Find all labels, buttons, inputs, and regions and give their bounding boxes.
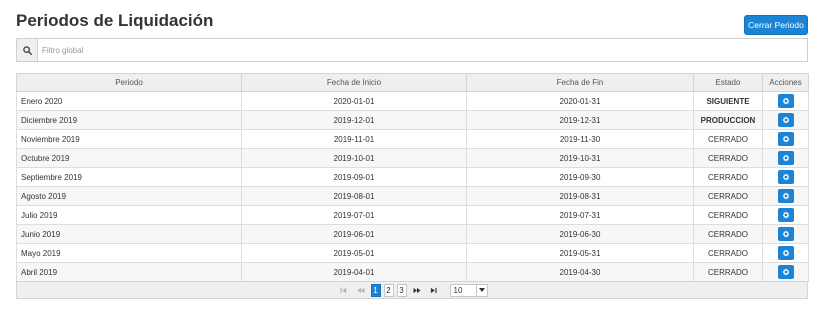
table-row[interactable]: Octubre 2019 2019-10-01 2019-10-31 CERRADO bbox=[16, 148, 809, 168]
cell-periodo: Julio 2019 bbox=[16, 205, 242, 225]
cell-fecha-fin: 2019-12-31 bbox=[466, 110, 694, 130]
table-row[interactable]: Septiembre 2019 2019-09-01 2019-09-30 CERRA… bbox=[16, 167, 809, 187]
cell-fecha-fin: 2019-11-30 bbox=[466, 129, 694, 149]
cell-periodo: Diciembre 2019 bbox=[16, 110, 242, 130]
cell-fecha-inicio: 2019-06-01 bbox=[241, 224, 467, 244]
close-period-button[interactable]: Cerrar Periodo bbox=[744, 15, 808, 35]
cell-estado: SIGUIENTE bbox=[693, 91, 763, 111]
table-row[interactable]: Noviembre 2019 2019-11-01 2019-11-30 CERRAD… bbox=[16, 129, 809, 149]
page-button-2[interactable]: 2 bbox=[383, 283, 394, 297]
cell-estado: CERRADO bbox=[693, 262, 763, 282]
gear-icon[interactable] bbox=[777, 265, 794, 279]
prev-page-icon[interactable] bbox=[354, 284, 368, 297]
cell-estado: CERRADO bbox=[693, 167, 763, 187]
column-header-fecha-inicio[interactable]: Fecha de Inicio bbox=[241, 73, 467, 92]
cell-fecha-inicio: 2019-11-01 bbox=[241, 129, 467, 149]
cell-periodo: Mayo 2019 bbox=[16, 243, 242, 263]
cell-fecha-fin: 2019-09-30 bbox=[466, 167, 694, 187]
table-row[interactable]: Enero 2020 2020-01-01 2020-01-31 SIGUIENTE bbox=[16, 91, 809, 111]
global-filter bbox=[16, 38, 808, 62]
gear-icon[interactable] bbox=[777, 94, 794, 108]
cell-estado: CERRADO bbox=[693, 243, 763, 263]
cell-fecha-fin: 2019-04-30 bbox=[466, 262, 694, 282]
table-header-row: Periodo Fecha de Inicio Fecha de Fin Est… bbox=[16, 73, 809, 92]
column-header-acciones: Acciones bbox=[762, 73, 809, 92]
cell-periodo: Junio 2019 bbox=[16, 224, 242, 244]
cell-periodo: Agosto 2019 bbox=[16, 186, 242, 206]
cell-estado: PRODUCCION bbox=[693, 110, 763, 130]
column-header-periodo[interactable]: Periodo bbox=[16, 73, 242, 92]
cell-fecha-fin: 2019-10-31 bbox=[466, 148, 694, 168]
paginator: 1 2 3 10 bbox=[16, 281, 808, 299]
dropdown-caret-icon[interactable] bbox=[475, 284, 487, 296]
gear-icon[interactable] bbox=[777, 113, 794, 127]
cell-acciones bbox=[762, 129, 809, 149]
cell-estado: CERRADO bbox=[693, 148, 763, 168]
first-page-icon[interactable] bbox=[337, 284, 351, 297]
cell-acciones bbox=[762, 186, 809, 206]
periods-table: Periodo Fecha de Inicio Fecha de Fin Est… bbox=[16, 73, 809, 282]
cell-fecha-fin: 2019-06-30 bbox=[466, 224, 694, 244]
gear-icon[interactable] bbox=[777, 246, 794, 260]
table-row[interactable]: Agosto 2019 2019-08-01 2019-08-31 CERRADO bbox=[16, 186, 809, 206]
cell-estado: CERRADO bbox=[693, 224, 763, 244]
page-title: Periodos de Liquidación bbox=[16, 11, 214, 30]
cell-periodo: Octubre 2019 bbox=[16, 148, 242, 168]
table-row[interactable]: Abril 2019 2019-04-01 2019-04-30 CERRADO bbox=[16, 262, 809, 282]
gear-icon[interactable] bbox=[777, 170, 794, 184]
rows-per-page-select[interactable]: 10 bbox=[449, 283, 488, 297]
cell-acciones bbox=[762, 148, 809, 168]
global-filter-input[interactable] bbox=[38, 39, 807, 61]
cell-fecha-inicio: 2019-09-01 bbox=[241, 167, 467, 187]
table-row[interactable]: Julio 2019 2019-07-01 2019-07-31 CERRADO bbox=[16, 205, 809, 225]
cell-estado: CERRADO bbox=[693, 186, 763, 206]
table-row[interactable]: Junio 2019 2019-06-01 2019-06-30 CERRADO bbox=[16, 224, 809, 244]
cell-periodo: Abril 2019 bbox=[16, 262, 242, 282]
gear-icon[interactable] bbox=[777, 151, 794, 165]
rows-per-page-value: 10 bbox=[453, 285, 463, 295]
cell-estado: CERRADO bbox=[693, 205, 763, 225]
gear-icon[interactable] bbox=[777, 227, 794, 241]
page-button-3[interactable]: 3 bbox=[396, 283, 407, 297]
table-row[interactable]: Mayo 2019 2019-05-01 2019-05-31 CERRADO bbox=[16, 243, 809, 263]
column-header-estado[interactable]: Estado bbox=[693, 73, 763, 92]
cell-periodo: Enero 2020 bbox=[16, 91, 242, 111]
cell-acciones bbox=[762, 224, 809, 244]
cell-fecha-inicio: 2019-08-01 bbox=[241, 186, 467, 206]
cell-estado: CERRADO bbox=[693, 129, 763, 149]
cell-fecha-fin: 2019-05-31 bbox=[466, 243, 694, 263]
cell-acciones bbox=[762, 110, 809, 130]
page-button-1[interactable]: 1 bbox=[370, 283, 381, 297]
cell-fecha-inicio: 2019-12-01 bbox=[241, 110, 467, 130]
cell-acciones bbox=[762, 205, 809, 225]
cell-fecha-inicio: 2019-05-01 bbox=[241, 243, 467, 263]
cell-acciones bbox=[762, 262, 809, 282]
cell-fecha-inicio: 2019-10-01 bbox=[241, 148, 467, 168]
cell-fecha-fin: 2019-08-31 bbox=[466, 186, 694, 206]
column-header-fecha-fin[interactable]: Fecha de Fin bbox=[466, 73, 694, 92]
gear-icon[interactable] bbox=[777, 189, 794, 203]
table-row[interactable]: Diciembre 2019 2019-12-01 2019-12-31 PRODUC… bbox=[16, 110, 809, 130]
cell-fecha-inicio: 2020-01-01 bbox=[241, 91, 467, 111]
next-page-icon[interactable] bbox=[410, 284, 424, 297]
cell-fecha-inicio: 2019-04-01 bbox=[241, 262, 467, 282]
search-icon bbox=[17, 39, 38, 61]
cell-fecha-fin: 2019-07-31 bbox=[466, 205, 694, 225]
cell-acciones bbox=[762, 243, 809, 263]
cell-fecha-fin: 2020-01-31 bbox=[466, 91, 694, 111]
cell-acciones bbox=[762, 91, 809, 111]
cell-periodo: Septiembre 2019 bbox=[16, 167, 242, 187]
cell-acciones bbox=[762, 167, 809, 187]
cell-fecha-inicio: 2019-07-01 bbox=[241, 205, 467, 225]
gear-icon[interactable] bbox=[777, 132, 794, 146]
gear-icon[interactable] bbox=[777, 208, 794, 222]
last-page-icon[interactable] bbox=[427, 284, 441, 297]
cell-periodo: Noviembre 2019 bbox=[16, 129, 242, 149]
